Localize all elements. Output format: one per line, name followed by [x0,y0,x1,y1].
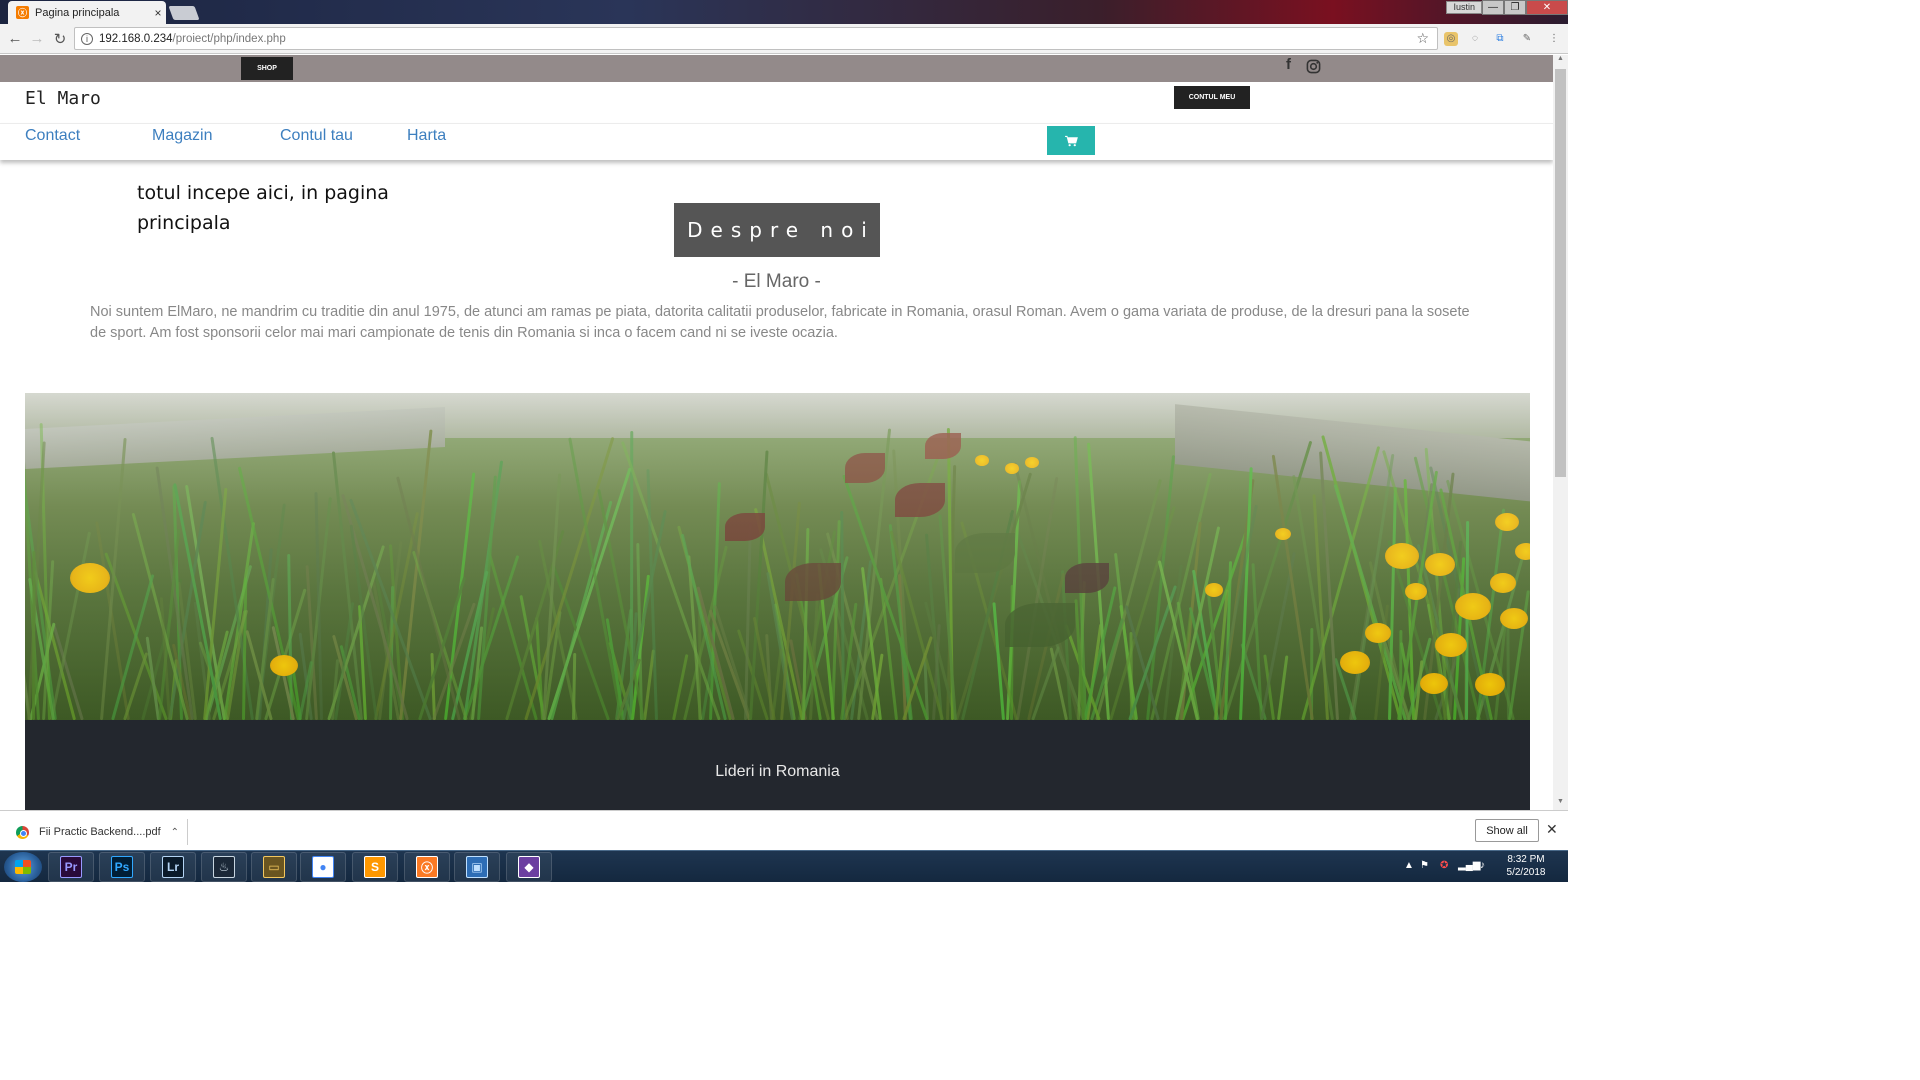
action-center-icon[interactable]: ⚑ [1420,860,1429,871]
download-bar: Fii Practic Backend....pdf ⌃ Show all ✕ [0,810,1568,850]
maximize-button[interactable]: ❐ [1504,0,1526,15]
browser-toolbar: ← → ↻ i 192.168.0.234/proiect/php/index.… [0,24,1568,54]
download-item[interactable]: Fii Practic Backend....pdf ⌃ [10,819,188,845]
steam-icon: ♨ [213,856,235,878]
taskbar-app-photoshop[interactable]: Ps [99,852,145,882]
window-controls: — ❐ ✕ [1482,0,1568,15]
site-logo[interactable]: El Maro [25,88,101,109]
taskbar-app-file-explorer[interactable]: ▭ [251,852,297,882]
bookmark-star-icon[interactable]: ☆ [1416,30,1429,47]
nav-link-contul-tau[interactable]: Contul tau [280,127,353,145]
premiere-pro-icon: Pr [60,856,82,878]
tagline: totul incepe aici, in pagina principala [137,182,389,234]
clock-time: 8:32 PM [1507,854,1545,865]
section-subtitle: - El Maro - [732,271,821,292]
tab-title: Pagina principala [35,6,120,19]
about-us-button[interactable]: Despre noi [674,203,880,257]
account-button[interactable]: CONTUL MEU [1174,86,1250,109]
remote-desktop-icon: ▣ [466,856,488,878]
start-button[interactable] [4,852,42,882]
windows-logo-icon [15,860,31,874]
browser-titlebar: ⓧ Pagina principala × Iustin — ❐ ✕ [0,0,1568,24]
chevron-up-icon[interactable]: ⌃ [171,827,179,838]
taskbar-app-chrome[interactable]: ● [300,852,346,882]
profile-name[interactable]: Iustin [1446,1,1482,14]
clock-date: 5/2/2018 [1506,867,1546,878]
reload-icon[interactable]: ↻ [51,30,69,48]
taskbar-app-git-tool[interactable]: ◆ [506,852,552,882]
volume-icon[interactable]: ♪ [1480,860,1485,871]
extension-icon[interactable]: ⧉ [1493,32,1507,46]
close-icon[interactable]: ✕ [1546,821,1558,838]
chrome-icon: ● [312,856,334,878]
taskbar-clock[interactable]: 8:32 PM 5/2/2018 [1500,853,1552,879]
tray-expand-icon[interactable]: ▲ [1404,860,1414,871]
site-topbar: SHOP f [0,55,1553,82]
taskbar-app-premiere-pro[interactable]: Pr [48,852,94,882]
page-viewport: SHOP f El Maro CONTUL MEU Contact Magazi… [0,55,1553,810]
leaders-title: Lideri in Romania [715,763,840,780]
minimize-button[interactable]: — [1482,0,1504,15]
lightroom-icon: Lr [162,856,184,878]
taskbar-app-xampp[interactable]: ⓧ [404,852,450,882]
shopping-cart-icon [1064,135,1078,146]
network-icon[interactable]: ▂▄▆ [1458,860,1480,871]
cart-button[interactable] [1047,126,1095,155]
taskbar-app-lightroom[interactable]: Lr [150,852,196,882]
scrollbar-thumb[interactable] [1555,69,1566,477]
menu-dots-icon[interactable]: ⋮ [1547,32,1561,46]
facebook-icon[interactable]: f [1286,56,1291,73]
brand-bar: El Maro CONTUL MEU [0,82,1553,124]
xampp-icon: ⓧ [416,856,438,878]
shop-button[interactable]: SHOP [241,57,293,80]
url-text[interactable]: 192.168.0.234/proiect/php/index.php [99,33,286,45]
git-tool-icon: ◆ [518,856,540,878]
forward-arrow-icon[interactable]: → [28,30,46,47]
scroll-up-icon[interactable]: ▲ [1553,55,1568,67]
close-window-button[interactable]: ✕ [1526,0,1568,15]
nav-link-magazin[interactable]: Magazin [152,127,212,145]
antivirus-icon[interactable]: ✪ [1440,860,1448,871]
about-description: Noi suntem ElMaro, ne mandrim cu traditi… [90,304,1470,341]
sublime-text-icon: S [364,856,386,878]
browser-tab[interactable]: ⓧ Pagina principala × [8,1,166,24]
hero-image [25,393,1530,720]
nav-link-contact[interactable]: Contact [25,127,80,145]
taskbar-app-remote-desktop[interactable]: ▣ [454,852,500,882]
new-tab-button[interactable] [168,6,200,20]
windows-taskbar: Pr Ps Lr ♨ ▭ ● Sⓧ ▣ ◆ ▲ ⚑ ✪ ▂▄▆ ♪ 8:32 PM 5/2/20… [0,850,1568,882]
extension-icon[interactable]: ◌ [1468,32,1482,46]
back-arrow-icon[interactable]: ← [6,30,24,47]
site-info-icon[interactable]: i [81,32,93,45]
instagram-icon[interactable] [1306,56,1321,78]
scroll-down-icon[interactable]: ▼ [1553,798,1568,810]
extension-icon[interactable]: ◎ [1444,32,1458,46]
hero-overlay [25,393,1530,720]
extension-icon[interactable]: ✎ [1520,32,1534,46]
xampp-favicon-icon: ⓧ [16,6,29,19]
file-explorer-icon: ▭ [263,856,285,878]
show-all-button[interactable]: Show all [1475,819,1539,842]
nav-link-harta[interactable]: Harta [407,127,446,145]
taskbar-app-steam[interactable]: ♨ [201,852,247,882]
chrome-icon [16,825,29,839]
leaders-section: Lideri in Romania [25,720,1530,810]
photoshop-icon: Ps [111,856,133,878]
url-path: /proiect/php/index.php [172,32,286,45]
download-filename: Fii Practic Backend....pdf [39,826,161,838]
url-host: 192.168.0.234 [99,32,173,45]
page-scrollbar[interactable]: ▲ ▼ [1553,55,1568,810]
tab-close-icon[interactable]: × [150,6,166,20]
taskbar-app-sublime-text[interactable]: S [352,852,398,882]
main-nav: Contact Magazin Contul tau Harta [0,124,1553,160]
address-bar[interactable]: i 192.168.0.234/proiect/php/index.php ☆ [74,27,1438,50]
